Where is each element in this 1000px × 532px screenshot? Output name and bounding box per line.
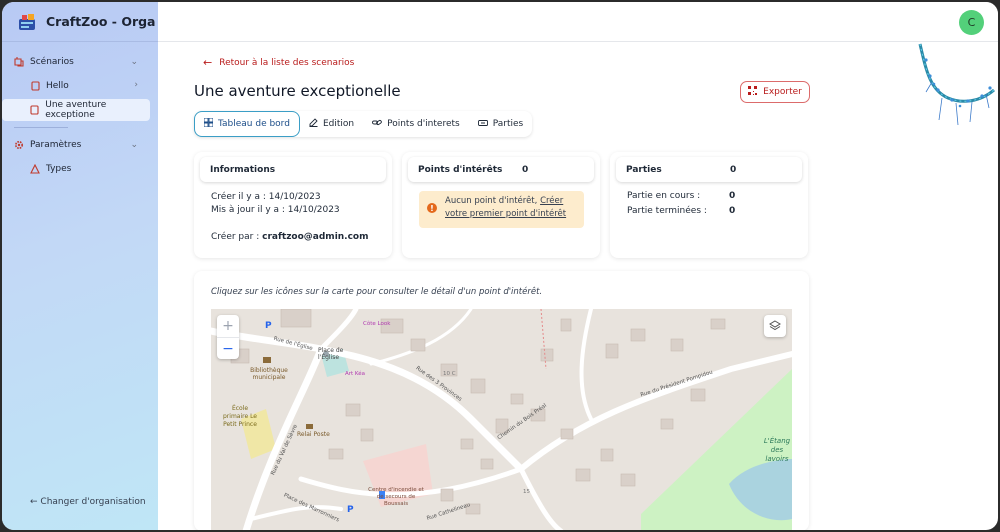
map-label-cote: Côte Look [363,321,391,327]
sidebar-item-types[interactable]: Types [2,158,150,180]
edit-icon [309,118,318,130]
main-content: ← Retour à la liste des scenarios Une av… [158,42,998,530]
poi-count: 0 [522,164,529,175]
map-label-place: Place de l'Église [318,347,344,361]
zoom-control: + − [217,315,239,359]
created-by-label: Créer par : [211,232,260,242]
parties-card-header: Parties 0 [616,157,802,182]
parking-icon: P [265,321,272,331]
book-icon [30,105,39,115]
alert-text: Aucun point d'intérêt, [445,196,538,206]
info-card: Informations Créer il y a : 14/10/2023 M… [194,152,392,258]
scenario-icon [14,57,24,67]
map-hint: Cliquez sur les icônes sur la carte pour… [211,287,543,297]
sidebar-section-label: Scénarios [30,57,74,67]
row-value: 0 [729,206,736,216]
map-label-ecole: École primaire Le Petit Prince [223,405,257,428]
link-icon [372,118,382,130]
empty-poi-alert: ! Aucun point d'intérêt, Créer votre pre… [419,191,584,228]
change-org-label: Changer d'organisation [40,497,146,507]
sidebar-item-label: Hello [46,81,69,91]
poi-card-header: Points d'intérêts 0 [408,157,594,182]
back-link[interactable]: ← Retour à la liste des scenarios [203,56,354,69]
card-title: Points d'intérêts [418,164,503,175]
dashboard-icon [203,117,214,130]
zoom-in-button[interactable]: + [217,315,239,337]
back-link-label: Retour à la liste des scenarios [219,57,355,68]
arrow-left-icon: ← [30,497,38,507]
parking-icon: P [347,505,354,515]
info-card-header: Informations [200,157,386,182]
card-title: Parties [626,164,662,175]
map-label-15: 15 [523,489,530,495]
sidebar-section-scenarios[interactable]: Scénarios ⌄ [2,51,158,73]
avatar-letter: C [967,16,976,29]
map-card: Cliquez sur les icônes sur la carte pour… [194,271,809,530]
arrow-left-icon: ← [203,56,213,69]
created-by: Créer par : craftzoo@admin.com [211,232,369,242]
export-label: Exporter [763,87,802,97]
sidebar-item-aventure[interactable]: Une aventure exceptione [2,99,150,121]
row-label: Partie terminées : [627,206,707,216]
row-label: Partie en cours : [627,191,701,201]
zoom-out-button[interactable]: − [217,337,239,359]
avatar[interactable]: C [959,10,984,35]
craftzoo-logo [19,13,35,30]
map-label-relai: Relai Poste [297,431,330,438]
divider [14,127,68,128]
chevron-down-icon[interactable]: ⌄ [130,140,138,150]
parties-card: Parties 0 Partie en cours : 0 Partie ter… [610,152,808,258]
create-poi-link-2[interactable]: votre premier point d'intérêt [445,209,566,219]
triangle-icon [30,164,40,174]
sidebar-item-hello[interactable]: Hello › [2,75,150,97]
card-title: Informations [210,164,276,175]
tab-label: Tableau de bord [218,119,290,129]
row-value: 0 [729,191,736,201]
app-window: CraftZoo - Orga Scénarios ⌄ Hello › Une … [2,2,998,530]
map-label-centre: Centre d'incendie et de secours de Bouss… [368,487,424,507]
tab-tableau-de-bord[interactable]: Tableau de bord [194,111,300,137]
qr-code-icon [748,86,758,98]
sidebar-item-label: Types [46,164,72,174]
layers-icon [769,320,781,331]
parties-count: 0 [730,164,737,175]
settings-icon [14,140,24,150]
ticket-icon [477,119,488,130]
tab-bar: Tableau de bord Edition Points d'interet… [194,111,533,137]
sidebar: CraftZoo - Orga Scénarios ⌄ Hello › Une … [2,2,158,530]
map-label-art: Art Kéa [345,371,366,377]
change-organisation-link[interactable]: ← Changer d'organisation [30,497,146,507]
layers-button[interactable] [764,315,786,337]
page-title: Une aventure exceptionelle [194,82,401,100]
tab-points-interets[interactable]: Points d'interets [363,111,469,137]
sidebar-section-label: Paramètres [30,140,82,150]
updated-date: Mis à jour il y a : 14/10/2023 [211,205,340,215]
book-icon [30,81,40,91]
map-view[interactable]: Place de l'Église Bibliothèque municipal… [211,309,792,530]
chevron-right-icon[interactable]: › [134,80,138,90]
created-date: Créer il y a : 14/10/2023 [211,192,321,202]
map-label-bibliotheque: Bibliothèque municipale [250,367,288,381]
tab-label: Edition [322,119,355,129]
poi-card: Points d'intérêts 0 ! Aucun point d'inté… [402,152,600,258]
tab-label: Points d'interets [387,119,460,129]
sidebar-nav: Scénarios ⌄ Hello › Une aventure excepti… [2,42,158,180]
brand[interactable]: CraftZoo - Orga [2,2,158,42]
map-label-10c: 10 C [443,371,456,377]
sidebar-item-label: Une aventure exceptione [45,100,107,120]
tab-parties[interactable]: Parties [469,111,533,137]
chevron-down-icon[interactable]: ⌄ [130,57,138,67]
create-poi-link[interactable]: Créer [540,196,563,206]
sidebar-section-parametres[interactable]: Paramètres ⌄ [2,134,158,156]
created-by-value: craftzoo@admin.com [262,232,369,242]
app-title: CraftZoo - Orga [46,14,156,29]
tab-edition[interactable]: Edition [300,111,363,137]
warning-icon: ! [427,203,437,213]
map-label-etang: L'Étang des lavoirs [763,437,791,463]
export-button[interactable]: Exporter [740,81,810,103]
tab-label: Parties [492,119,524,129]
topbar: C [158,2,998,42]
